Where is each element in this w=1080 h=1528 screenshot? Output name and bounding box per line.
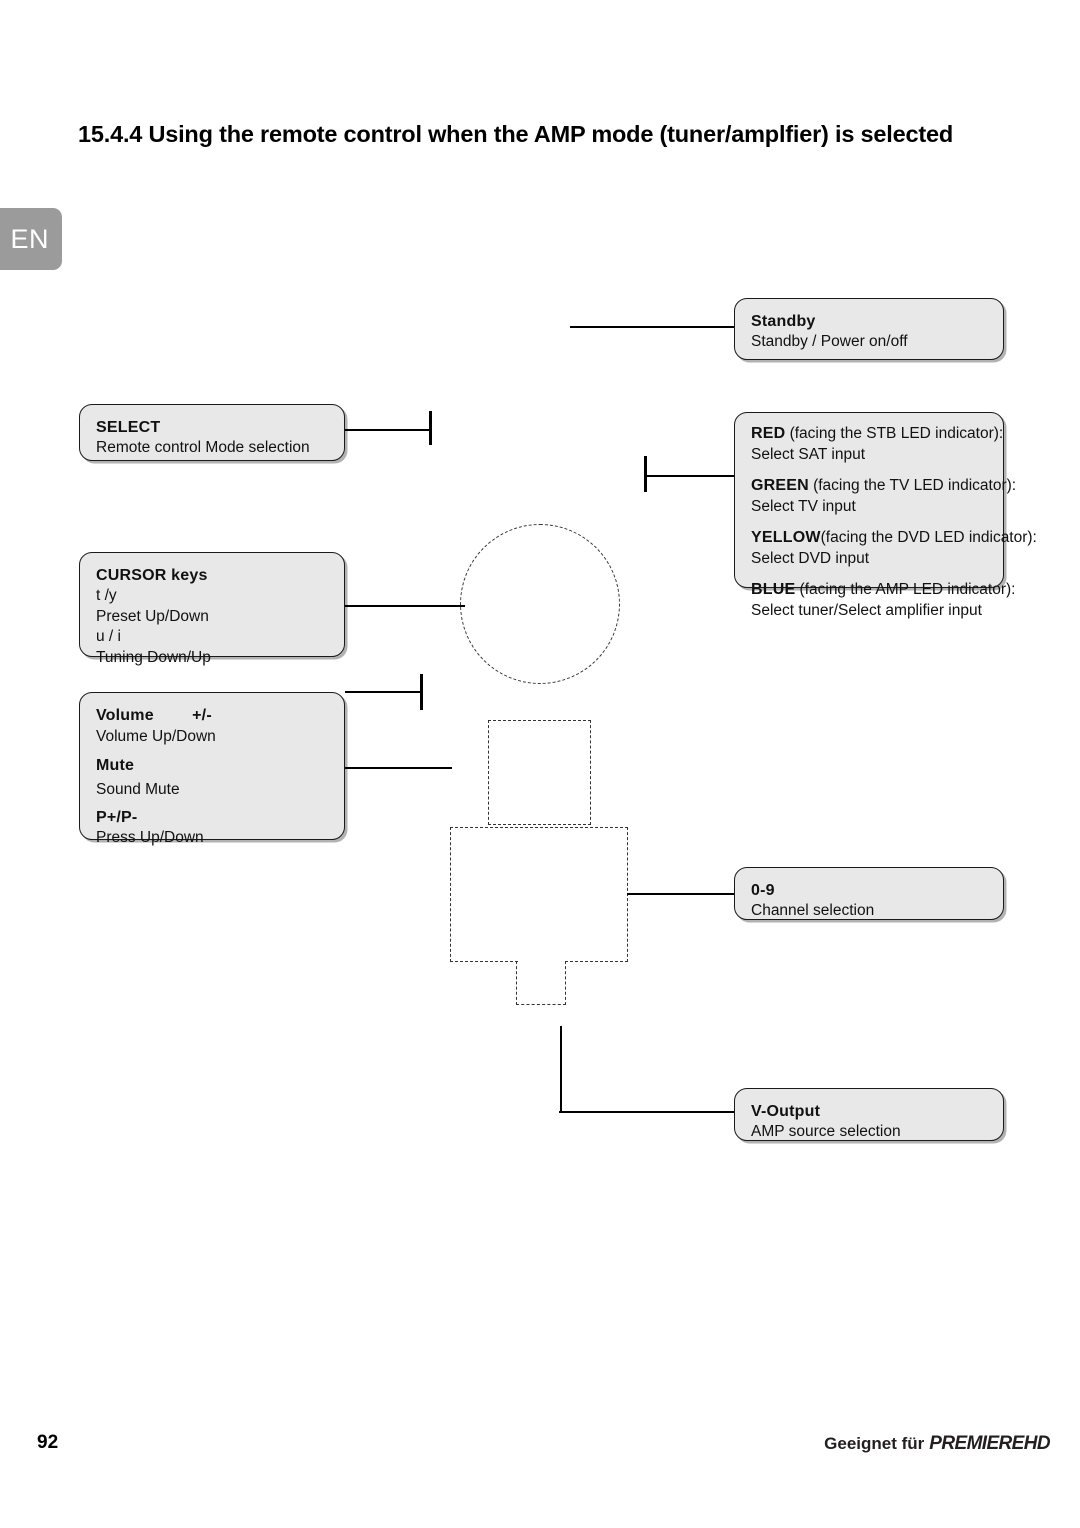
colour-yellow-block: YELLOW(facing the DVD LED indicator): Se… <box>751 528 1037 569</box>
colour-red-action: Select SAT input <box>751 445 866 463</box>
callout-numeric-description: Channel selection <box>751 902 875 920</box>
leader-standby <box>570 326 736 328</box>
cursor-pad-outline <box>460 524 620 684</box>
callout-mute-description: Sound Mute <box>96 781 180 799</box>
page-title: 15.4.4 Using the remote control when the… <box>78 121 953 147</box>
language-tab-en: EN <box>0 208 62 270</box>
footer-brand-name: PREMIERE <box>929 1433 1024 1454</box>
colour-green-block: GREEN (facing the TV LED indicator): Sel… <box>751 476 1016 517</box>
leader-tick-volume <box>420 674 423 710</box>
remote-keypad-outline <box>450 827 628 962</box>
callout-preset-heading: P+/P- <box>96 809 138 827</box>
callout-select: SELECT Remote control Mode selection <box>79 404 345 461</box>
callout-select-heading: SELECT <box>96 419 161 436</box>
callout-voutput-heading: V-Output <box>751 1103 821 1120</box>
leader-tick-colour-buttons <box>644 456 647 492</box>
footer-brand-prefix: Geeignet für <box>824 1434 925 1453</box>
colour-yellow-action: Select DVD input <box>751 549 870 567</box>
outline-join-mask <box>518 958 564 965</box>
leader-cursor-keys <box>345 605 465 607</box>
callout-voutput: V-Output AMP source selection <box>734 1088 1004 1141</box>
callout-voutput-description: AMP source selection <box>751 1123 901 1141</box>
colour-green-label: GREEN <box>751 476 809 494</box>
callout-colour-buttons: RED (facing the STB LED indicator): Sele… <box>734 412 1037 619</box>
colour-red-label: RED <box>751 425 786 442</box>
remote-bottom-tab-outline <box>516 961 566 1005</box>
footer-brand-hd: HD <box>1023 1433 1051 1454</box>
volume-mute-spacer <box>96 747 328 755</box>
callout-standby-heading: Standby <box>751 313 816 330</box>
colour-yellow-context: (facing the DVD LED indicator): <box>820 528 1037 546</box>
footer-brand: Geeignet für PREMIEREHD <box>824 1433 1050 1455</box>
manual-page: EN 15.4.4 Using the remote control when … <box>0 0 1080 1528</box>
leader-voutput-horizontal <box>559 1111 737 1113</box>
colour-blue-context: (facing the AMP LED indicator): <box>799 580 1016 598</box>
page-number: 92 <box>37 1432 59 1453</box>
remote-upper-body-outline <box>488 720 591 825</box>
callout-cursor-line2-description: Tuning Down/Up <box>96 649 211 667</box>
leader-voutput-vertical <box>560 1026 562 1113</box>
callout-select-description: Remote control Mode selection <box>96 439 310 457</box>
callout-standby: Standby Standby / Power on/off <box>734 298 1004 360</box>
callout-numeric-keys: 0-9 Channel selection <box>734 867 1004 920</box>
colour-green-context: (facing the TV LED indicator): <box>813 476 1017 494</box>
leader-numeric-keys <box>627 893 737 895</box>
callout-cursor-line2-keys: u / i <box>96 628 121 646</box>
colour-blue-action: Select tuner/Select amplifier input <box>751 601 982 619</box>
colour-blue-block: BLUE (facing the AMP LED indicator): Sel… <box>751 580 1016 621</box>
callout-mute-heading: Mute <box>96 757 135 775</box>
leader-volume <box>345 691 423 693</box>
leader-mute <box>345 767 452 769</box>
callout-volume-heading-suffix: +/- <box>192 707 212 724</box>
callout-volume-mute-preset: Volume +/- Volume Up/Down Mute Sound Mut… <box>79 692 345 846</box>
callout-cursor-heading: CURSOR keys <box>96 567 208 584</box>
leader-tick-select <box>429 411 432 445</box>
callout-cursor-line1-description: Preset Up/Down <box>96 607 209 625</box>
callout-cursor-keys: CURSOR keys t /y Preset Up/Down u / i Tu… <box>79 552 345 666</box>
colour-red-block: RED (facing the STB LED indicator): Sele… <box>751 424 1003 465</box>
colour-blue-label: BLUE <box>751 580 796 598</box>
leader-select <box>345 429 431 431</box>
callout-volume-description: Volume Up/Down <box>96 727 216 745</box>
callout-preset-description: Press Up/Down <box>96 829 204 847</box>
callout-numeric-heading: 0-9 <box>751 882 775 899</box>
callout-standby-description: Standby / Power on/off <box>751 333 908 351</box>
callout-volume-heading: Volume <box>96 707 154 724</box>
colour-yellow-label: YELLOW <box>751 528 821 546</box>
colour-red-context: (facing the STB LED indicator): <box>789 425 1004 442</box>
leader-colour-buttons <box>645 475 736 477</box>
callout-cursor-line1-keys: t /y <box>96 587 117 605</box>
colour-green-action: Select TV input <box>751 497 856 515</box>
